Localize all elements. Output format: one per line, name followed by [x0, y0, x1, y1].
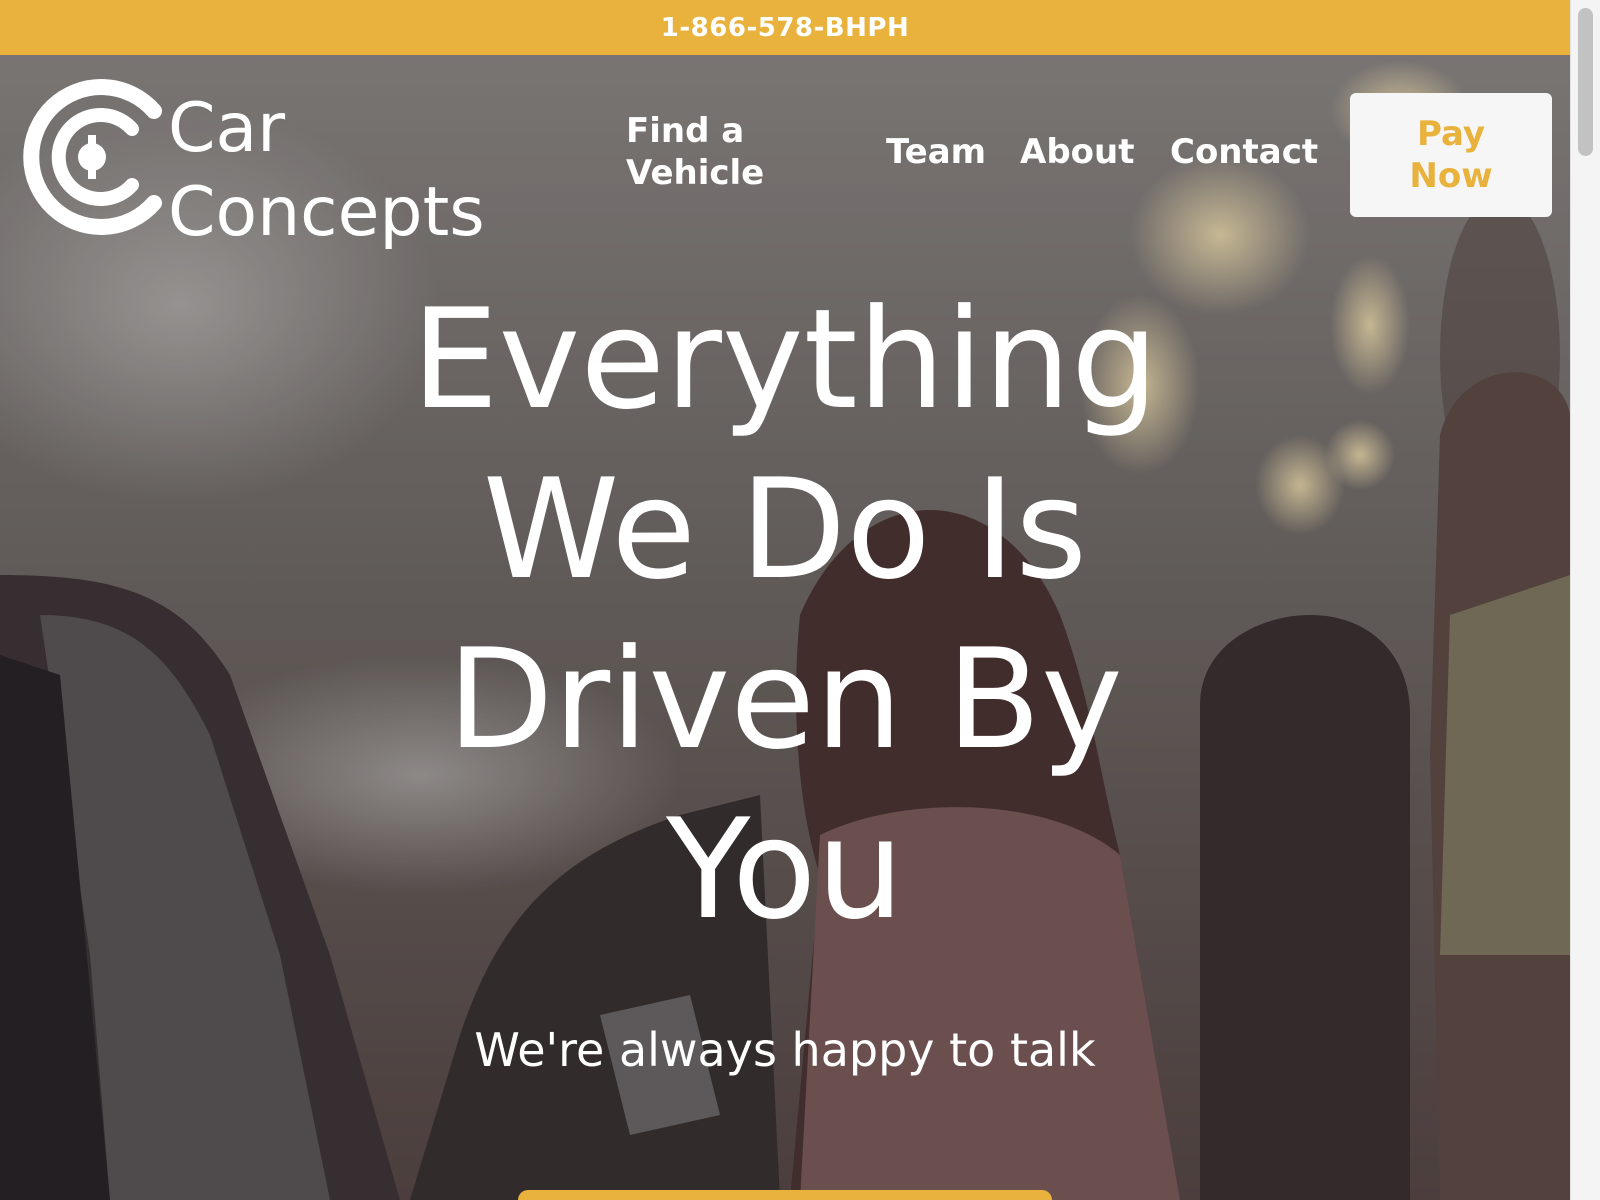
nav-find-a-vehicle[interactable]: Find a Vehicle [626, 110, 796, 194]
viewport: 1-866-578-BHPH Car Concepts Find a Vehic… [0, 0, 1570, 1200]
car-concepts-logo-icon [23, 79, 162, 235]
nav-contact[interactable]: Contact [1170, 131, 1318, 173]
hero-cta-button[interactable] [518, 1190, 1052, 1200]
hero-subheadline: We're always happy to talk [474, 1023, 1096, 1077]
hero-headline: Everything We Do Is Driven By You [411, 279, 1159, 950]
top-phone-bar: 1-866-578-BHPH [0, 0, 1570, 55]
logo-line-1: Car [168, 89, 286, 168]
phone-link[interactable]: 1-866-578-BHPH [661, 13, 909, 43]
site-header: Car Concepts Find a Vehicle Team About C… [0, 55, 1570, 255]
pay-now-button[interactable]: Pay Now [1350, 93, 1552, 217]
logo-text: Car Concepts [168, 87, 485, 255]
scrollbar-thumb[interactable] [1578, 8, 1593, 156]
logo-link[interactable]: Car Concepts [14, 77, 504, 252]
nav-team[interactable]: Team [886, 131, 986, 173]
page: 1-866-578-BHPH Car Concepts Find a Vehic… [0, 0, 1600, 1200]
page-scrollbar[interactable] [1570, 0, 1600, 1200]
logo-line-2: Concepts [168, 173, 485, 252]
hero-section: Car Concepts Find a Vehicle Team About C… [0, 55, 1570, 1200]
nav-about[interactable]: About [1020, 131, 1134, 173]
